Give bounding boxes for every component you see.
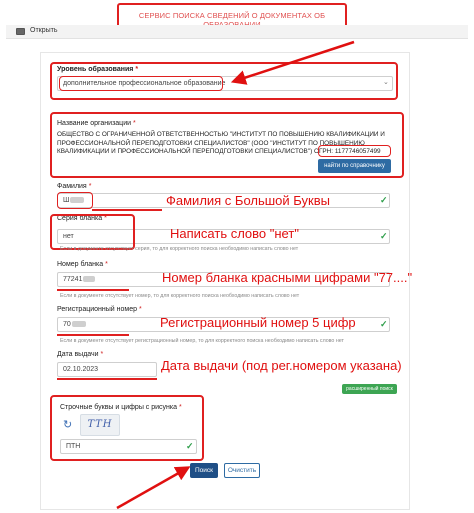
blank-number-hint: Если в документе отсутствует номер, то д…	[60, 293, 300, 299]
find-in-directory-button[interactable]: найти по справочнику	[318, 159, 391, 173]
captcha-label: Строчные буквы и цифры с рисунка *	[60, 404, 182, 411]
extended-search-button[interactable]: расширенный поиск	[342, 384, 397, 394]
search-button[interactable]: Поиск	[190, 463, 218, 478]
series-hint: Если в документе отсутствует серия, то д…	[60, 246, 299, 252]
surname-valid-icon: ✓	[380, 195, 388, 205]
top-toolbar: Открыть	[6, 25, 468, 39]
reg-number-hint: Если в документе отсутствует регистрацио…	[60, 338, 344, 344]
organization-label: Название организации *	[57, 120, 136, 127]
chevron-down-icon: ⌄	[383, 79, 389, 86]
issue-date-label: Дата выдачи *	[57, 351, 104, 358]
series-highlight	[50, 214, 135, 250]
education-level-label: Уровень образования *	[57, 66, 139, 73]
series-valid-icon: ✓	[380, 231, 388, 241]
annotation-surname: Фамилия с Большой Буквы	[166, 193, 330, 208]
issue-date-input[interactable]: 02.10.2023	[57, 362, 157, 377]
captcha-valid-icon: ✓	[186, 441, 194, 451]
reg-number-underline	[57, 334, 129, 336]
annotation-issue-date: Дата выдачи (под рег.номером указана)	[161, 358, 402, 373]
surname-underline	[92, 209, 162, 211]
captcha-image: ТТН	[80, 414, 120, 436]
folder-icon	[16, 28, 25, 35]
annotation-series: Написать слово "нет"	[170, 226, 299, 241]
surname-highlight	[57, 192, 93, 209]
surname-label: Фамилия *	[57, 183, 92, 190]
ogrn-highlight	[318, 145, 391, 157]
blank-number-underline	[57, 289, 129, 291]
annotation-reg-number: Регистрационный номер 5 цифр	[160, 315, 356, 330]
issue-date-underline	[57, 378, 157, 380]
annotation-blank-number: Номер бланка красными цифрами "77...."	[162, 270, 413, 285]
open-link[interactable]: Открыть	[30, 27, 58, 34]
blank-number-label: Номер бланка *	[57, 261, 108, 268]
clear-button[interactable]: Очистить	[224, 463, 260, 478]
education-value-highlight	[59, 76, 223, 91]
refresh-captcha-icon[interactable]: ↻	[63, 418, 72, 431]
reg-number-label: Регистрационный номер *	[57, 306, 142, 313]
reg-number-valid-icon: ✓	[380, 319, 388, 329]
captcha-input[interactable]: ПТН	[60, 439, 197, 454]
